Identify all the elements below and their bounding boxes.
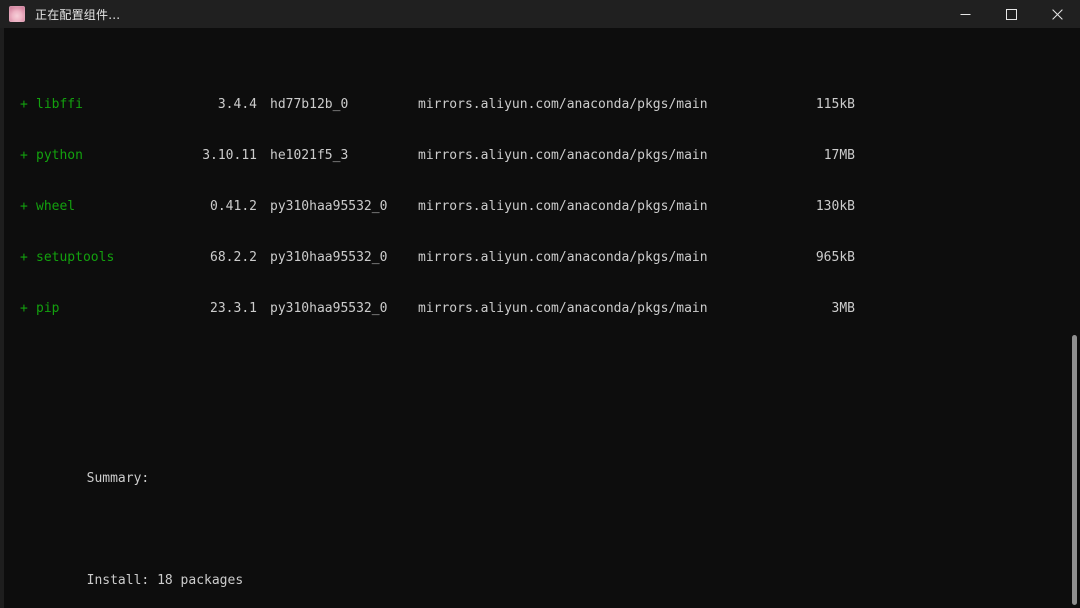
install-version: 0.41.2 (210, 199, 257, 214)
install-package-name: wheel (36, 199, 76, 214)
install-marker: + (20, 301, 28, 316)
close-icon (1051, 8, 1063, 20)
install-size: 965kB (815, 250, 855, 265)
install-marker: + (20, 148, 28, 163)
install-row: + libffi 3.4.4 hd77b12b_0 mirrors.aliyun… (5, 96, 1073, 113)
install-version: 3.4.4 (217, 97, 257, 112)
scrollbar-thumb[interactable] (1072, 335, 1077, 605)
install-build: py310haa95532_0 (270, 301, 388, 316)
install-build: hd77b12b_0 (270, 97, 349, 112)
summary-install-text: Install: 18 packages (86, 573, 244, 588)
install-size: 115kB (815, 97, 855, 112)
app-avatar-icon (9, 6, 25, 22)
install-build: py310haa95532_0 (270, 250, 388, 265)
install-channel: mirrors.aliyun.com/anaconda/pkgs/main (418, 199, 708, 214)
install-row: + python 3.10.11 he1021f5_3 mirrors.aliy… (5, 147, 1073, 164)
install-marker: + (20, 250, 28, 265)
install-marker: + (20, 199, 28, 214)
summary-install-line: Install: 18 packages (5, 555, 1073, 588)
install-row: + wheel 0.41.2 py310haa95532_0 mirrors.a… (5, 198, 1073, 215)
install-size: 17MB (823, 148, 855, 163)
install-version: 3.10.11 (202, 148, 257, 163)
install-row: + pip 23.3.1 py310haa95532_0 mirrors.ali… (5, 300, 1073, 317)
install-package-name: setuptools (36, 250, 115, 265)
install-channel: mirrors.aliyun.com/anaconda/pkgs/main (418, 97, 708, 112)
window-titlebar: 正在配置组件... (0, 0, 1080, 29)
install-channel: mirrors.aliyun.com/anaconda/pkgs/main (418, 148, 708, 163)
install-version: 23.3.1 (210, 301, 257, 316)
minimize-icon (960, 13, 970, 15)
summary-heading-line: Summary: (5, 453, 1073, 486)
install-package-name: pip (36, 301, 60, 316)
install-size: 3MB (831, 301, 855, 316)
install-package-name: libffi (36, 97, 83, 112)
summary-heading: Summary: (86, 471, 150, 486)
terminal-left-rail (0, 28, 4, 608)
install-channel: mirrors.aliyun.com/anaconda/pkgs/main (418, 250, 708, 265)
maximize-button[interactable] (988, 0, 1034, 28)
install-package-name: python (36, 148, 83, 163)
close-button[interactable] (1034, 0, 1080, 28)
minimize-button[interactable] (942, 0, 988, 28)
install-channel: mirrors.aliyun.com/anaconda/pkgs/main (418, 301, 708, 316)
maximize-icon (1005, 8, 1017, 20)
vertical-scrollbar[interactable] (1068, 28, 1080, 608)
install-version: 68.2.2 (210, 250, 257, 265)
install-build: py310haa95532_0 (270, 199, 388, 214)
terminal-content: + libffi 3.4.4 hd77b12b_0 mirrors.aliyun… (5, 28, 1073, 608)
install-marker: + (20, 97, 28, 112)
terminal-body[interactable]: + libffi 3.4.4 hd77b12b_0 mirrors.aliyun… (0, 28, 1080, 608)
install-build: he1021f5_3 (270, 148, 349, 163)
install-row: + setuptools 68.2.2 py310haa95532_0 mirr… (5, 249, 1073, 266)
terminal-window: 正在配置组件... + libffi 3.4.4 hd77b12b_0 mirr… (0, 0, 1080, 608)
install-size: 130kB (815, 199, 855, 214)
window-title: 正在配置组件... (35, 7, 121, 22)
